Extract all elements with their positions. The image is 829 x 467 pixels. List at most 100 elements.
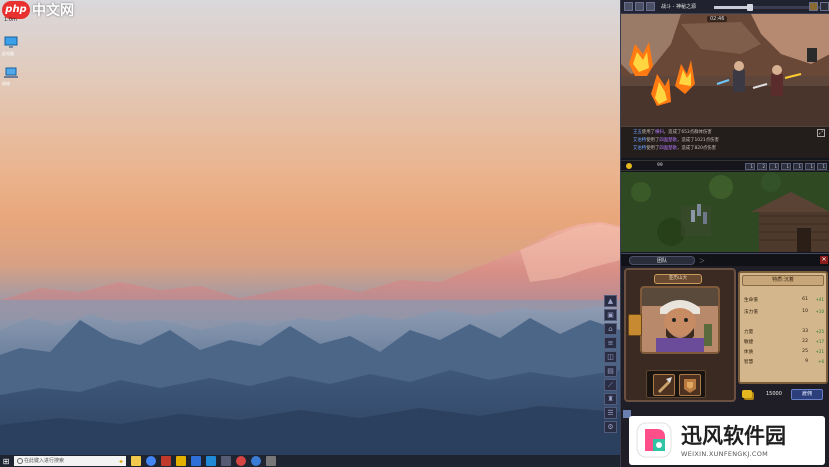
stat-row: 智慧 9 +6: [744, 359, 824, 367]
sword-icon[interactable]: ⟋: [604, 379, 617, 391]
close-icon[interactable]: ✕: [820, 256, 828, 264]
log-verb: 使用了: [646, 138, 660, 143]
mountain-landscape: [0, 222, 620, 455]
battle-progress-bar[interactable]: [714, 4, 822, 11]
windows-start-icon[interactable]: ⊞: [0, 455, 12, 467]
stat-bonus: +6: [818, 359, 824, 364]
stat-row: 体质 25 +21: [744, 349, 824, 357]
resource-slot[interactable]: 1: [745, 163, 755, 170]
watermark: 迅风软件园 WEIXIN.XUNFENGKJ.COM: [629, 416, 825, 465]
app-mail-icon[interactable]: [206, 456, 216, 466]
browser-icon[interactable]: [146, 456, 156, 466]
game-topbar: 战斗 - 神秘之源: [621, 0, 829, 14]
stat-value: 10: [802, 309, 808, 314]
resource-slot[interactable]: 1: [805, 163, 815, 170]
character-trait: 特质:沉着: [742, 275, 824, 286]
watermark-title: 迅风软件园: [681, 424, 786, 448]
map-icon[interactable]: ◫: [604, 351, 617, 363]
shield-icon[interactable]: [624, 2, 633, 11]
settings-icon[interactable]: ⚙: [604, 421, 617, 433]
app-word-icon[interactable]: [191, 456, 201, 466]
resource-slot[interactable]: 1: [769, 163, 779, 170]
stat-bonus: +10: [815, 309, 824, 314]
log-line: 艾伯特使用了四面楚歌，造成了820点伤害: [633, 145, 829, 153]
resource-slot[interactable]: 1: [793, 163, 803, 170]
battle-illustration: [621, 14, 829, 126]
desktop-icon-label: 网络: [2, 81, 10, 86]
lock-icon[interactable]: ▤: [604, 365, 617, 377]
site-logo-sub: 1.0m: [4, 17, 17, 23]
equipment-bar: [646, 370, 706, 398]
resource-slot[interactable]: 1: [817, 163, 827, 170]
character-portrait[interactable]: [640, 286, 720, 354]
resource-bar: 99 1 2 1 1 1 1 1: [621, 160, 829, 171]
hire-button[interactable]: 雇佣: [791, 389, 823, 400]
taskbar-search-placeholder: 在此键入进行搜索: [24, 458, 65, 464]
app-game-icon[interactable]: [266, 456, 276, 466]
vertical-toolbar: ▲ ▣ ⌂ ≡ ◫ ▤ ⟋ ♜ ☰ ⚙: [603, 295, 618, 455]
world-map-view[interactable]: [621, 172, 829, 252]
app-steam-icon[interactable]: [221, 456, 231, 466]
chevron-up-icon[interactable]: ▲: [604, 295, 617, 307]
log-skill: 四面楚歌: [659, 138, 677, 143]
flag-icon[interactable]: [646, 2, 655, 11]
menu-icon[interactable]: ≡: [604, 337, 617, 349]
taskbar: ⊞ 在此键入进行搜索 ✦: [0, 455, 620, 467]
log-line: 艾伯特使用了四面楚歌，造成了1021点伤害: [633, 137, 829, 145]
app-record-icon[interactable]: [236, 456, 246, 466]
tab-team[interactable]: 团队: [629, 256, 695, 265]
bag-icon[interactable]: ▣: [604, 309, 617, 321]
log-result: ，造成了820点伤害: [676, 146, 717, 151]
battle-progress-fill: [714, 6, 750, 9]
gold-mini-value: 99: [657, 163, 663, 168]
helmet-icon[interactable]: [635, 2, 644, 11]
hire-cost: 15000: [766, 391, 782, 397]
stat-row: 生命值 61 +41: [744, 297, 824, 305]
chevron-right-icon[interactable]: ＞: [699, 256, 705, 265]
log-actor: 艾伯特: [633, 146, 647, 151]
app-notes-icon[interactable]: [176, 456, 186, 466]
stat-label: 体质: [744, 350, 754, 355]
lantern-icon: [628, 314, 642, 336]
stat-bonus: +25: [815, 329, 824, 334]
log-actor: 艾伯特: [633, 138, 647, 143]
area-title: 战斗 - 神秘之源: [661, 4, 696, 10]
map-illustration: [621, 172, 829, 252]
gold-coins-icon: [742, 390, 752, 398]
trophy-icon[interactable]: ♜: [604, 393, 617, 405]
stat-label: 敏捷: [744, 340, 754, 345]
watermark-logo-icon: [636, 422, 672, 458]
app-a-icon[interactable]: [161, 456, 171, 466]
armor-slot-icon[interactable]: [679, 374, 701, 396]
stat-value: 9: [805, 359, 808, 364]
stat-label: 生命值: [744, 298, 758, 303]
battle-scene: 02:46: [621, 14, 829, 126]
list-icon[interactable]: ☰: [604, 407, 617, 419]
stat-label: 法力值: [744, 310, 758, 315]
weapon-slot-icon[interactable]: [653, 374, 675, 396]
coin-icon: [626, 163, 632, 169]
computer-icon[interactable]: 此电脑: [2, 36, 19, 56]
stat-value: 61: [802, 297, 808, 302]
resource-slot[interactable]: 1: [781, 163, 791, 170]
log-skill: 四面楚歌: [659, 146, 677, 151]
app-globe-icon[interactable]: [251, 456, 261, 466]
network-icon[interactable]: 网络: [2, 66, 19, 86]
log-skill: 横扫: [654, 130, 664, 135]
expand-icon[interactable]: ⤢: [817, 129, 825, 137]
home-icon[interactable]: ⌂: [604, 323, 617, 335]
hire-bar: 15000 雇佣: [738, 387, 828, 402]
quest-icon[interactable]: [809, 2, 818, 11]
stat-row: 法力值 10 +10: [744, 309, 824, 317]
progress-knob[interactable]: [746, 4, 753, 11]
search-highlight-icon: ✦: [118, 458, 124, 466]
stat-bonus: +41: [815, 297, 824, 302]
log-result: ，造成了653点群体伤害: [663, 130, 712, 135]
log-actor: 王五: [633, 130, 642, 135]
resource-slot[interactable]: 2: [757, 163, 767, 170]
character-portrait-frame: 亚历山大: [624, 268, 736, 402]
taskbar-search-input[interactable]: 在此键入进行搜索 ✦: [14, 456, 126, 466]
minimize-icon[interactable]: [820, 2, 829, 11]
file-explorer-icon[interactable]: [131, 456, 141, 466]
desktop-wallpaper: php 中文网 1.0m 此电脑 网络: [0, 0, 620, 455]
